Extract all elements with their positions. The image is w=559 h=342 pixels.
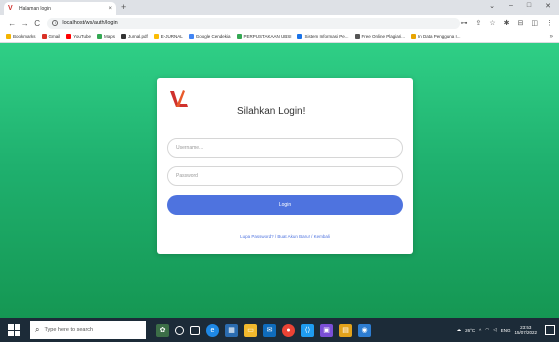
lang-text[interactable]: ENG bbox=[501, 328, 511, 333]
app-blue-icon[interactable]: ◉ bbox=[358, 323, 371, 337]
maps-icon bbox=[96, 34, 102, 39]
notification-icon[interactable] bbox=[545, 325, 555, 335]
maximize-button[interactable]: □ bbox=[527, 2, 531, 10]
url-text[interactable]: localhost/ws/auth/login bbox=[62, 20, 117, 26]
task-view-icon[interactable] bbox=[190, 325, 200, 335]
browser-tab[interactable]: V Halaman login × bbox=[4, 2, 116, 15]
register-link[interactable]: Buat Akun Baru! bbox=[277, 234, 310, 239]
grid-icon bbox=[354, 34, 360, 39]
toolbar-icons: ⊶ ⇪ ☆ ✱ ⊟ ◫ ⋮ bbox=[460, 19, 553, 27]
password-field[interactable] bbox=[167, 166, 403, 186]
menu-icon[interactable]: ⋮ bbox=[546, 19, 553, 27]
bookmark-data-pengguna[interactable]: In Data Pengguna I... bbox=[411, 34, 461, 39]
new-tab-button[interactable]: + bbox=[121, 3, 126, 12]
back-link[interactable]: Kembali bbox=[314, 234, 330, 239]
library-icon bbox=[236, 34, 242, 39]
page-viewport: Silahkan Login! Login Lupa Password? / B… bbox=[0, 43, 559, 318]
bookmark-google-cendekia[interactable]: Google Cendekia bbox=[188, 34, 231, 39]
bookmark-bookmarks[interactable]: Bookmarks bbox=[6, 34, 36, 39]
weather-icon[interactable]: ☁ bbox=[457, 327, 462, 333]
tab-title: Halaman login bbox=[19, 5, 51, 12]
globe-icon bbox=[120, 34, 126, 39]
taskbar: ⌕ Type here to search ✿ e ▦ ▭ ✉ ● ⟨⟩ ▣ ▤… bbox=[0, 318, 559, 342]
widget-icon[interactable]: ✿ bbox=[156, 323, 169, 337]
gmail-icon bbox=[41, 34, 47, 39]
edge-icon[interactable]: e bbox=[206, 323, 219, 337]
wifi-icon[interactable]: ◠ bbox=[485, 327, 489, 333]
bookmark-perpustakaan[interactable]: PERPUSTAKAAN UBSI bbox=[236, 34, 291, 39]
page-icon bbox=[297, 34, 303, 39]
weather-text[interactable]: 26°C bbox=[465, 328, 475, 333]
chrome-icon[interactable]: ● bbox=[282, 323, 295, 337]
omnibox[interactable]: i localhost/ws/auth/login bbox=[47, 17, 461, 29]
star-icon[interactable]: ☆ bbox=[489, 19, 495, 27]
bookmark-sistem-informasi[interactable]: Sistem Informasi Pe... bbox=[297, 34, 349, 39]
bookmark-gmail[interactable]: Gmail bbox=[41, 34, 60, 39]
side-panel-icon[interactable]: ◫ bbox=[531, 19, 538, 27]
bookmark-maps[interactable]: Maps bbox=[96, 34, 115, 39]
reload-icon[interactable]: C bbox=[31, 19, 43, 28]
ejurnal-icon bbox=[153, 34, 159, 39]
info-icon[interactable]: i bbox=[52, 20, 59, 26]
favicon-icon: V bbox=[8, 5, 13, 12]
photos-icon[interactable]: ▣ bbox=[320, 323, 333, 337]
taskbar-apps: ✿ e ▦ ▭ ✉ ● ⟨⟩ ▣ ▤ ◉ bbox=[156, 323, 371, 337]
window-controls: ⌄ – □ ✕ bbox=[489, 2, 551, 10]
reading-list-icon[interactable]: ⊟ bbox=[518, 19, 524, 27]
extension-icon[interactable]: ✱ bbox=[504, 19, 510, 27]
tab-close-icon[interactable]: × bbox=[108, 6, 112, 12]
login-button[interactable]: Login bbox=[167, 195, 403, 215]
windows-start-icon[interactable] bbox=[8, 324, 20, 336]
more-bookmarks-icon[interactable]: » bbox=[550, 34, 553, 40]
close-window-button[interactable]: ✕ bbox=[545, 2, 551, 10]
taskbar-search[interactable]: ⌕ Type here to search bbox=[30, 321, 146, 339]
clock-date: 15/07/2022 bbox=[514, 330, 537, 335]
bookmark-plagiarism[interactable]: Free Online Plagiari... bbox=[354, 34, 405, 39]
volume-icon[interactable]: ◁ bbox=[493, 327, 496, 333]
vscode-icon[interactable]: ⟨⟩ bbox=[301, 323, 314, 337]
forgot-password-link[interactable]: Lupa Password? bbox=[240, 234, 274, 239]
scholar-icon bbox=[188, 34, 194, 39]
cortana-icon[interactable] bbox=[175, 325, 184, 335]
auth-links: Lupa Password? / Buat Akun Baru! / Kemba… bbox=[157, 234, 413, 239]
bookmark-star-icon bbox=[6, 34, 11, 39]
tray-chevron-icon[interactable]: ^ bbox=[479, 328, 481, 333]
tab-search-icon[interactable]: ⌄ bbox=[489, 2, 495, 10]
clock[interactable]: 23:53 15/07/2022 bbox=[514, 325, 537, 336]
bookmark-youtube[interactable]: YouTube bbox=[66, 34, 91, 39]
forward-icon[interactable]: → bbox=[18, 19, 30, 28]
explorer-icon[interactable]: ▭ bbox=[244, 323, 257, 337]
mail-icon[interactable]: ✉ bbox=[263, 323, 276, 337]
tab-strip: V Halaman login × + ⌄ – □ ✕ bbox=[0, 0, 559, 15]
address-bar: ← → C i localhost/ws/auth/login ⊶ ⇪ ☆ ✱ … bbox=[0, 15, 559, 31]
share-icon[interactable]: ⇪ bbox=[475, 19, 481, 27]
youtube-icon bbox=[66, 34, 72, 39]
username-field[interactable] bbox=[167, 138, 403, 158]
search-icon: ⌕ bbox=[35, 325, 40, 334]
system-tray: ☁ 26°C ^ ◠ ◁ ENG 23:53 15/07/2022 bbox=[457, 325, 555, 336]
login-card: Silahkan Login! Login Lupa Password? / B… bbox=[157, 78, 413, 254]
bookmark-jurnal-pdf[interactable]: Jurnal.pdf bbox=[120, 34, 148, 39]
key-icon[interactable]: ⊶ bbox=[460, 19, 467, 27]
app-yellow-icon[interactable]: ▤ bbox=[339, 323, 352, 337]
minimize-button[interactable]: – bbox=[509, 2, 513, 10]
store-icon[interactable]: ▦ bbox=[225, 323, 238, 337]
data-icon bbox=[411, 34, 417, 39]
back-icon[interactable]: ← bbox=[6, 19, 18, 28]
page-title: Silahkan Login! bbox=[237, 106, 306, 117]
bookmark-e-jurnal[interactable]: E-JURNAL bbox=[153, 34, 183, 39]
bookmarks-bar: Bookmarks Gmail YouTube Maps Jurnal.pdf … bbox=[0, 31, 559, 43]
search-placeholder: Type here to search bbox=[44, 327, 94, 333]
